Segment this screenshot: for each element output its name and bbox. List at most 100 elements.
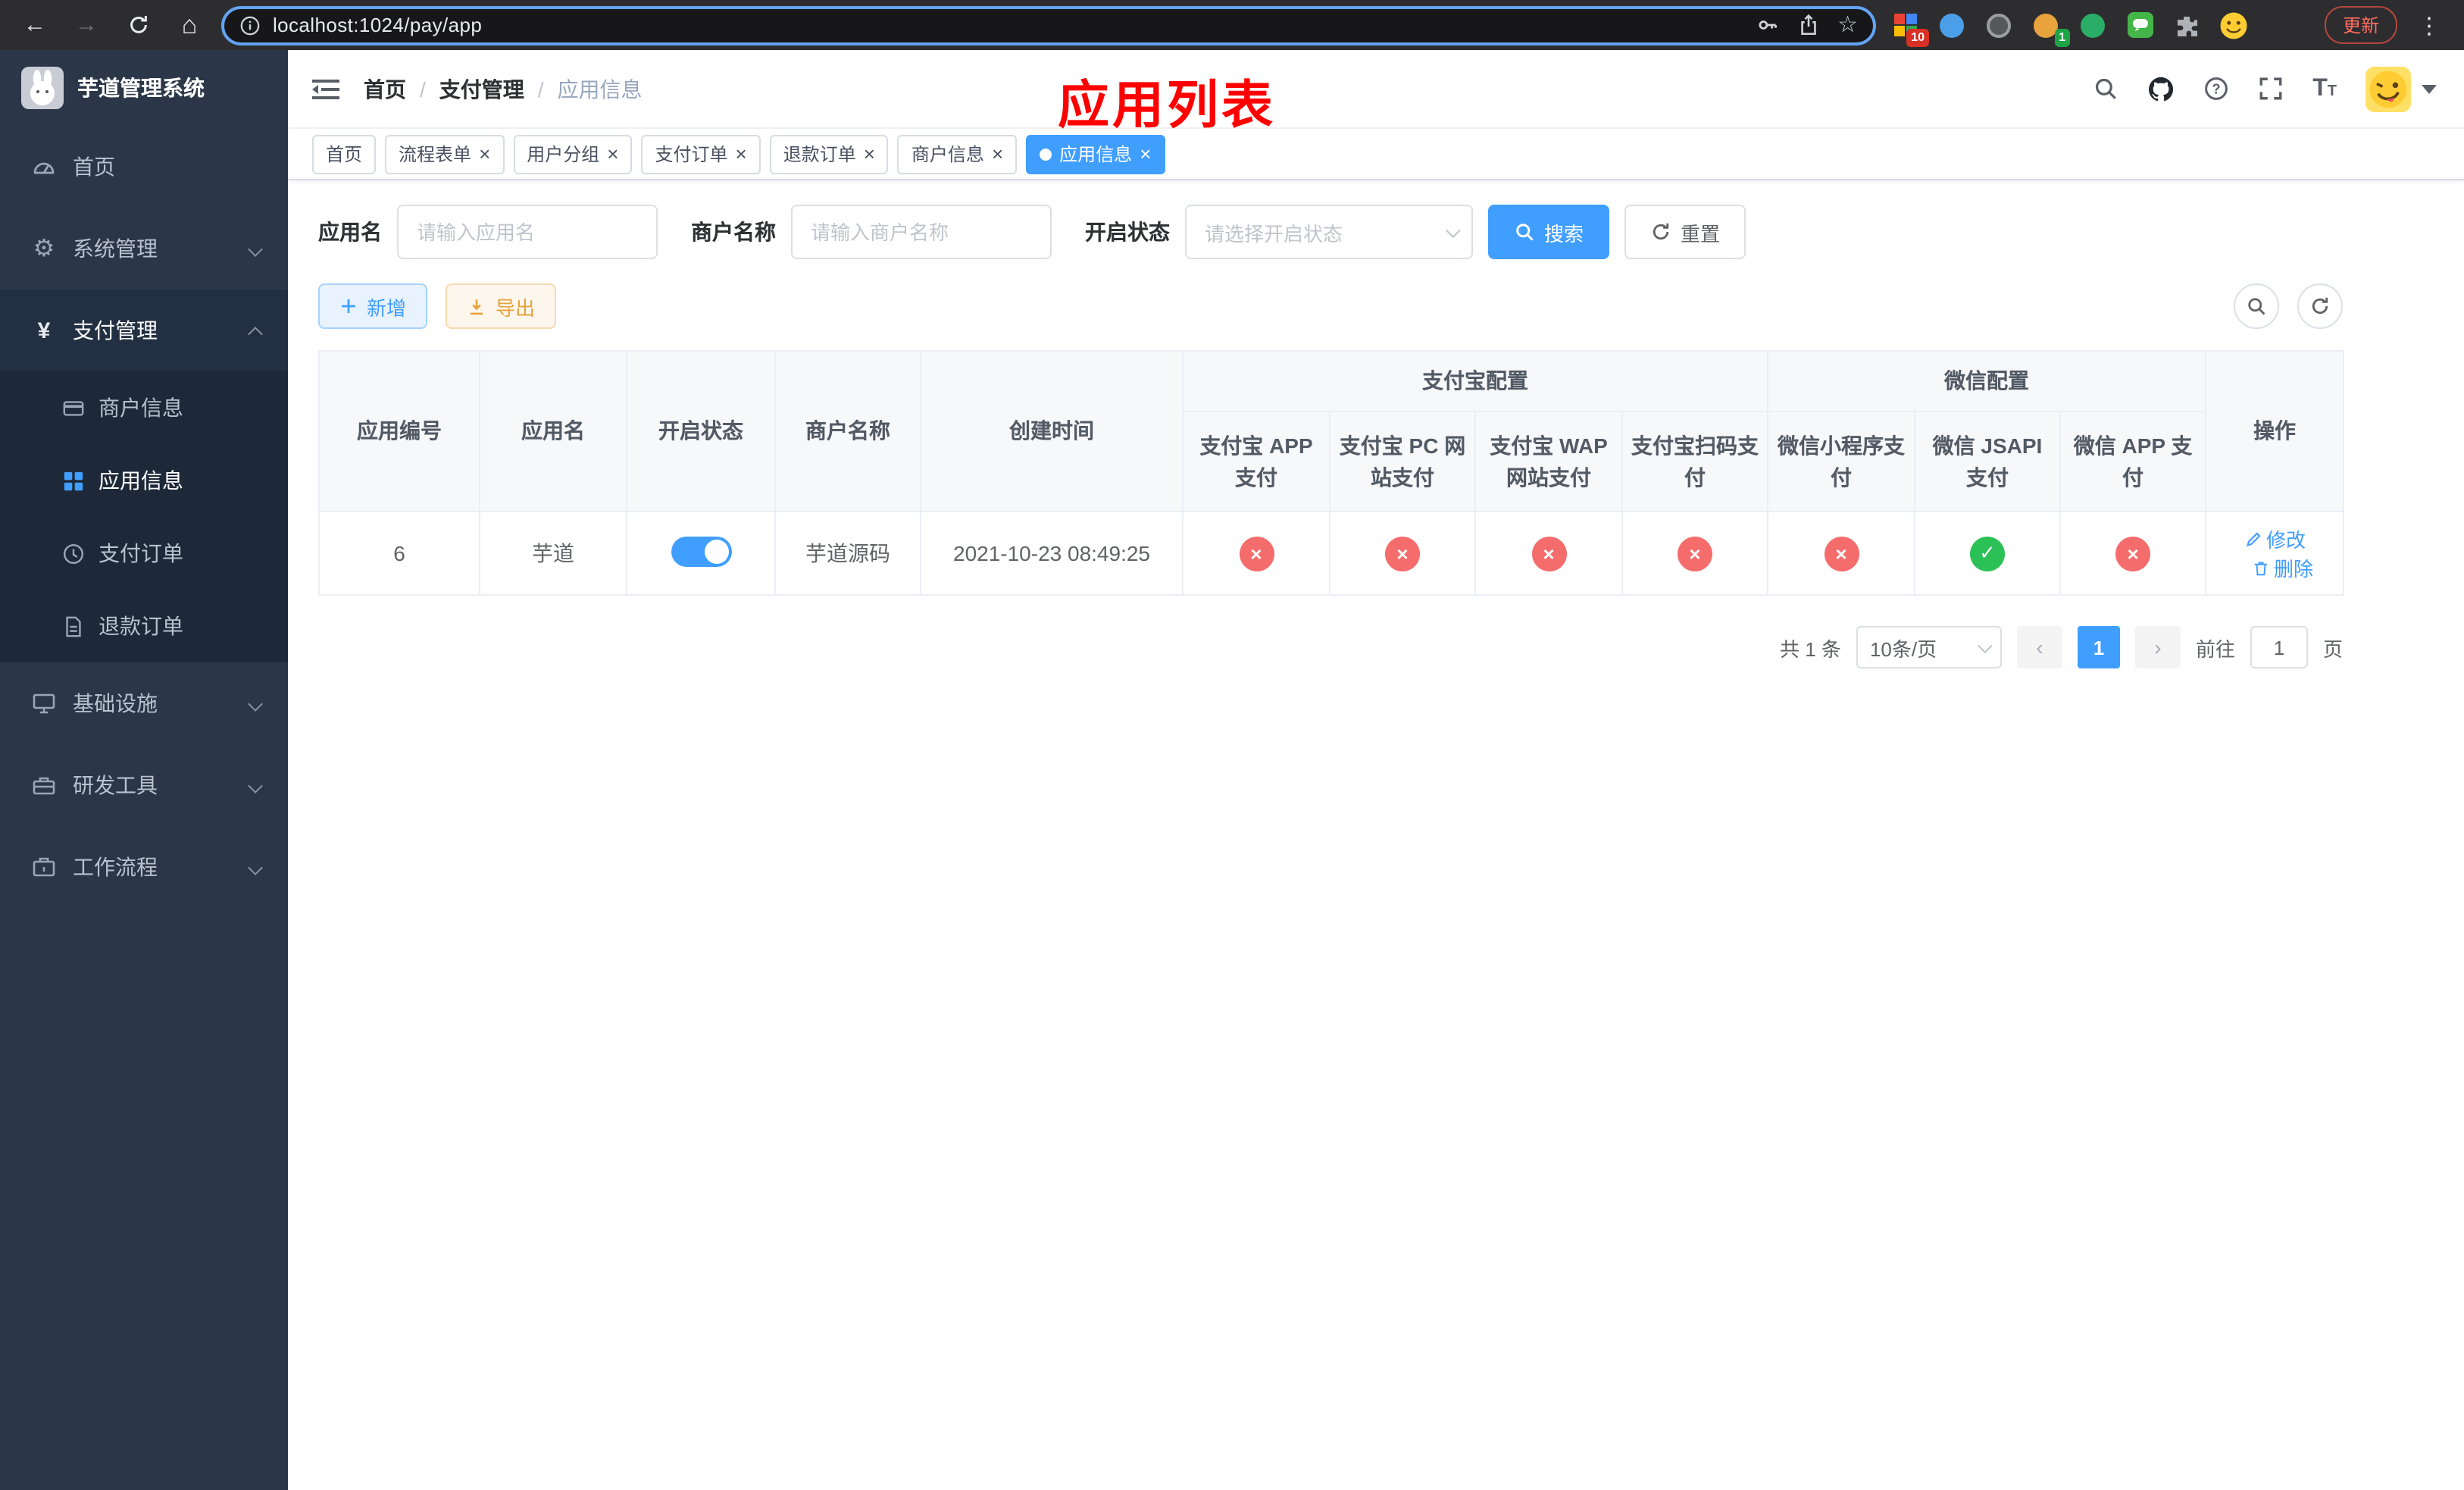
close-icon[interactable] xyxy=(607,142,618,165)
tab-merchant-info[interactable]: 商户信息 xyxy=(897,134,1018,174)
extension-chat-icon[interactable] xyxy=(2123,8,2156,42)
sidebar-item-workflow[interactable]: 工作流程 xyxy=(0,826,288,908)
wechat-mini-status-icon: × xyxy=(1824,536,1859,571)
sidebar-item-label: 退款订单 xyxy=(98,614,183,638)
export-button[interactable]: 导出 xyxy=(446,283,557,329)
navbar-actions: ? xyxy=(2093,66,2437,111)
avatar xyxy=(2366,66,2411,111)
extension-dark-icon[interactable] xyxy=(1982,8,2015,42)
tab-home[interactable]: 首页 xyxy=(312,134,377,174)
extension-drop-icon[interactable] xyxy=(1935,8,1968,42)
select-placeholder: 请选择开启状态 xyxy=(1205,222,1343,245)
close-icon[interactable] xyxy=(992,142,1003,165)
browser-home-icon[interactable] xyxy=(170,5,209,45)
order-circle-icon xyxy=(61,542,85,565)
page-content: 应用名 商户名称 开启状态 请选择开启状态 搜索 重置 xyxy=(288,180,2464,668)
tab-process-form[interactable]: 流程表单 xyxy=(385,134,505,174)
sidebar-item-label: 首页 xyxy=(73,155,115,179)
sidebar-item-app-info[interactable]: 应用信息 xyxy=(0,444,288,517)
sidebar-item-dev-tools[interactable]: 研发工具 xyxy=(0,744,288,826)
github-icon[interactable] xyxy=(2147,75,2175,102)
page-title-annotation: 应用列表 xyxy=(1058,77,1276,135)
status-select[interactable]: 请选择开启状态 xyxy=(1185,205,1473,259)
delete-link[interactable]: 删除 xyxy=(2251,553,2313,582)
wechat-jsapi-status-icon: ✓ xyxy=(1970,536,2005,571)
sidebar-item-payment[interactable]: 支付管理 xyxy=(0,290,288,371)
group-header-wechat: 微信配置 xyxy=(1766,350,2207,412)
document-icon xyxy=(61,615,85,637)
user-menu[interactable] xyxy=(2366,66,2437,111)
extension-grid-icon[interactable]: 10 xyxy=(1888,8,1929,46)
browser-menu-icon[interactable] xyxy=(2409,5,2449,45)
close-icon[interactable] xyxy=(864,142,875,165)
extension-wechat-icon[interactable] xyxy=(2076,8,2109,42)
tab-refund-orders[interactable]: 退款订单 xyxy=(769,134,889,174)
browser-profile-avatar[interactable] xyxy=(2217,8,2250,42)
breadcrumb-home[interactable]: 首页 xyxy=(364,74,406,104)
close-icon[interactable] xyxy=(1140,142,1151,165)
close-icon[interactable] xyxy=(479,142,490,165)
goto-page-input[interactable] xyxy=(2250,626,2308,668)
sidebar-item-home[interactable]: 首页 xyxy=(0,126,288,208)
toolbox-icon xyxy=(30,773,58,797)
browser-reload-icon[interactable] xyxy=(118,5,158,45)
extension-avatar-icon[interactable]: 1 xyxy=(2029,8,2070,46)
refresh-button[interactable] xyxy=(2297,283,2343,329)
search-button[interactable]: 搜索 xyxy=(1488,205,1610,259)
app-table: 应用编号 应用名 开启状态 商户名称 创建时间 支付宝配置 微信配置 操作 支付… xyxy=(318,350,2345,596)
sidebar-item-merchant-info[interactable]: 商户信息 xyxy=(0,371,288,444)
address-bar[interactable]: localhost:1024/pay/app xyxy=(221,5,1876,45)
extensions-puzzle-icon[interactable] xyxy=(2170,8,2203,42)
font-size-icon[interactable] xyxy=(2312,75,2337,102)
status-toggle[interactable] xyxy=(671,536,731,566)
browser-update-button[interactable]: 更新 xyxy=(2324,6,2397,44)
browser-forward-icon[interactable] xyxy=(67,5,106,45)
cell-wx-app: × xyxy=(2059,511,2207,596)
close-icon[interactable] xyxy=(736,142,747,165)
browser-chrome: localhost:1024/pay/app 10 1 xyxy=(0,0,2464,50)
alipay-app-status-icon: × xyxy=(1239,536,1274,571)
cell-actions: 修改 删除 xyxy=(2205,511,2345,596)
sidebar-item-refund-orders[interactable]: 退款订单 xyxy=(0,590,288,662)
tab-app-info[interactable]: 应用信息 xyxy=(1026,134,1165,174)
reset-button[interactable]: 重置 xyxy=(1624,205,1746,259)
tab-payment-orders[interactable]: 支付订单 xyxy=(641,134,761,174)
toggle-search-button[interactable] xyxy=(2234,283,2279,329)
bookmark-star-icon[interactable] xyxy=(1837,11,1858,39)
sidebar-item-payment-orders[interactable]: 支付订单 xyxy=(0,517,288,590)
sidebar-item-system[interactable]: 系统管理 xyxy=(0,208,288,290)
search-icon[interactable] xyxy=(2093,76,2118,102)
breadcrumb-payment[interactable]: 支付管理 xyxy=(406,74,524,104)
cell-wx-mini: × xyxy=(1767,511,1915,596)
yen-icon xyxy=(30,318,58,343)
briefcase-icon xyxy=(30,855,58,879)
hamburger-icon[interactable] xyxy=(312,77,339,101)
sidebar: 芋道管理系统 首页 系统管理 支付管理 xyxy=(0,50,288,1490)
sidebar-item-infrastructure[interactable]: 基础设施 xyxy=(0,662,288,744)
filter-bar: 应用名 商户名称 开启状态 请选择开启状态 搜索 重置 xyxy=(318,205,2343,259)
password-key-icon[interactable] xyxy=(1756,14,1778,36)
prev-page-button[interactable] xyxy=(2016,626,2062,668)
site-info-icon[interactable] xyxy=(239,14,261,36)
page-number-current[interactable]: 1 xyxy=(2077,626,2120,668)
column-header: 微信 JSAPI 支付 xyxy=(1914,411,2061,512)
tab-label: 商户信息 xyxy=(911,144,984,165)
page-size-select[interactable]: 10条/页 xyxy=(1856,626,2002,668)
browser-back-icon[interactable] xyxy=(15,5,55,45)
share-icon[interactable] xyxy=(1796,14,1819,36)
column-header: 开启状态 xyxy=(626,350,776,512)
fullscreen-icon[interactable] xyxy=(2258,76,2284,102)
app-name-input[interactable] xyxy=(397,205,658,259)
reset-button-label: 重置 xyxy=(1681,222,1721,245)
column-header: 微信 APP 支付 xyxy=(2059,411,2207,512)
app-title: 芋道管理系统 xyxy=(77,76,205,100)
add-button[interactable]: 新增 xyxy=(318,283,428,329)
merchant-name-input[interactable] xyxy=(791,205,1052,259)
tags-view: 首页 流程表单 用户分组 支付订单 退款订单 商户信息 应用信息 xyxy=(288,129,2464,180)
next-page-button[interactable] xyxy=(2134,626,2181,668)
extension-badge: 1 xyxy=(2054,28,2070,46)
app-logo[interactable]: 芋道管理系统 xyxy=(0,50,288,126)
edit-link[interactable]: 修改 xyxy=(2244,524,2306,553)
tab-user-group[interactable]: 用户分组 xyxy=(513,134,633,174)
help-icon[interactable]: ? xyxy=(2203,76,2229,102)
